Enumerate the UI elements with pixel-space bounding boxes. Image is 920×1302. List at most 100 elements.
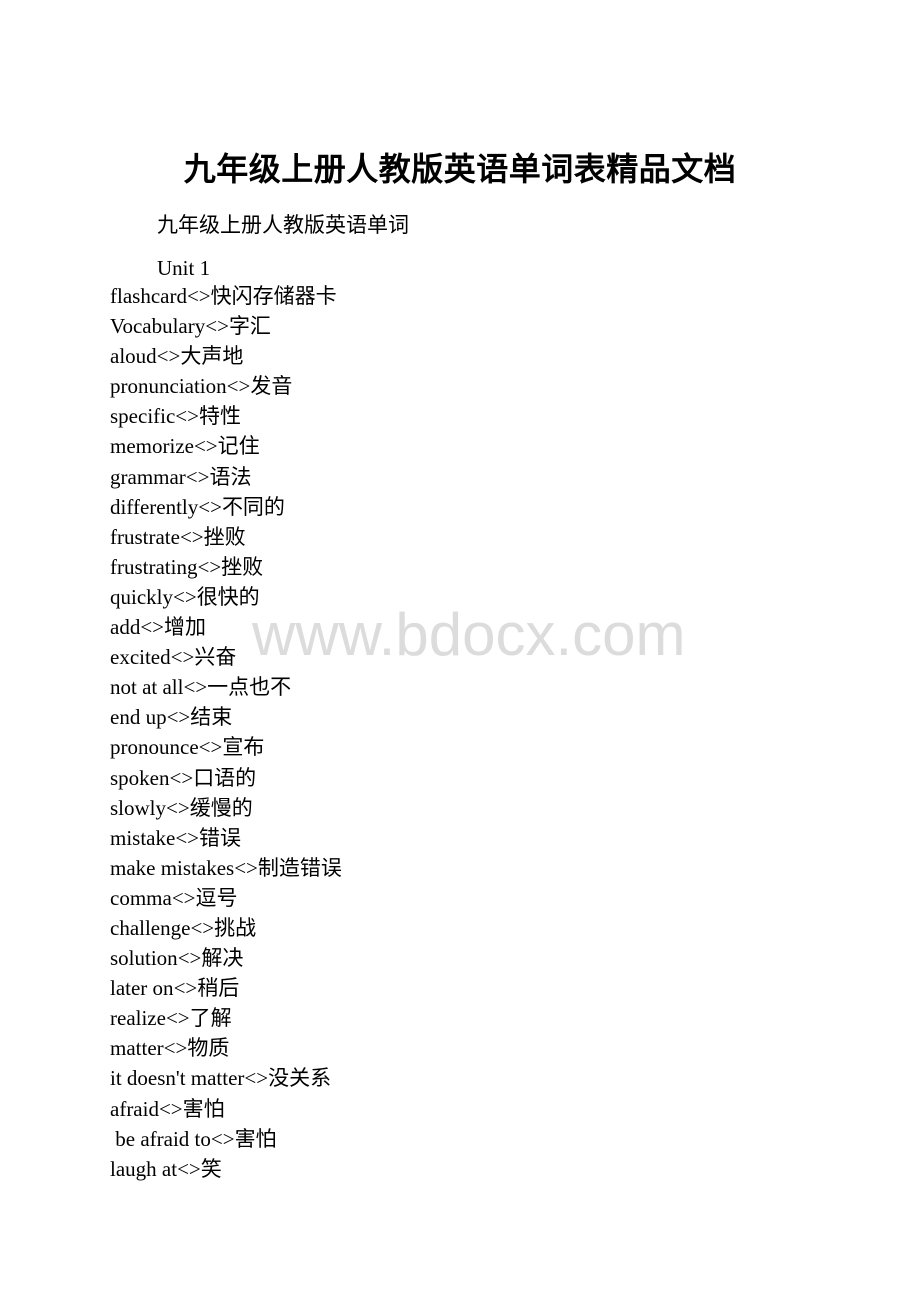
vocabulary-item: comma<>逗号 xyxy=(110,883,342,913)
chinese-meaning: 大声地 xyxy=(180,344,244,369)
chinese-meaning: 害怕 xyxy=(234,1126,277,1151)
vocabulary-item: later on<>稍后 xyxy=(110,973,342,1003)
english-word: specific xyxy=(110,404,176,429)
separator: <> xyxy=(140,615,165,640)
separator: <> xyxy=(193,434,218,459)
chinese-meaning: 没关系 xyxy=(268,1066,332,1091)
vocabulary-item: afraid<>害怕 xyxy=(110,1094,342,1124)
vocabulary-item: matter<>物质 xyxy=(110,1033,342,1063)
separator: <> xyxy=(158,1096,183,1121)
separator: <> xyxy=(169,765,194,790)
english-word: be afraid to xyxy=(110,1126,211,1151)
chinese-meaning: 一点也不 xyxy=(207,675,292,700)
separator: <> xyxy=(173,584,197,609)
vocabulary-item: challenge<>挑战 xyxy=(110,913,342,943)
vocabulary-item: pronunciation<>发音 xyxy=(110,371,342,401)
chinese-meaning: 宣布 xyxy=(222,735,265,760)
vocabulary-item: excited<>兴奋 xyxy=(110,642,342,672)
chinese-meaning: 害怕 xyxy=(182,1096,225,1121)
english-word: memorize xyxy=(110,434,194,459)
vocabulary-item: realize<>了解 xyxy=(110,1003,342,1033)
chinese-meaning: 不同的 xyxy=(221,494,285,519)
separator: <> xyxy=(166,795,190,820)
separator: <> xyxy=(205,314,229,339)
vocabulary-item: flashcard<>快闪存储器卡 xyxy=(110,281,342,311)
chinese-meaning: 记住 xyxy=(217,434,260,459)
english-word: quickly xyxy=(110,584,173,609)
separator: <> xyxy=(166,705,191,730)
chinese-meaning: 特性 xyxy=(198,404,241,429)
separator: <> xyxy=(190,915,215,940)
english-word: add xyxy=(110,615,141,640)
english-word: excited xyxy=(110,645,171,670)
vocabulary-item: make mistakes<>制造错误 xyxy=(110,853,342,883)
english-word: pronunciation xyxy=(110,374,227,399)
chinese-meaning: 发音 xyxy=(250,374,293,399)
english-word: aloud xyxy=(110,344,157,369)
vocabulary-item: memorize<>记住 xyxy=(110,431,342,461)
separator: <> xyxy=(177,946,202,971)
chinese-meaning: 笑 xyxy=(200,1156,222,1181)
document-title: 九年级上册人教版英语单词表精品文档 xyxy=(183,150,737,188)
english-word: frustrating xyxy=(110,554,198,579)
english-word: realize xyxy=(110,1006,166,1031)
chinese-meaning: 兴奋 xyxy=(194,645,237,670)
chinese-meaning: 字汇 xyxy=(228,314,271,339)
english-word: it doesn't matter xyxy=(110,1066,245,1091)
unit-heading: Unit 1 xyxy=(157,256,211,280)
vocabulary-item: slowly<>缓慢的 xyxy=(110,793,342,823)
vocabulary-item: Vocabulary<>字汇 xyxy=(110,311,342,341)
separator: <> xyxy=(163,1036,188,1061)
english-word: afraid xyxy=(110,1096,159,1121)
separator: <> xyxy=(197,554,222,579)
english-word: spoken xyxy=(110,765,170,790)
english-word: pronounce xyxy=(110,735,199,760)
vocabulary-item: be afraid to<>害怕 xyxy=(110,1124,342,1154)
chinese-meaning: 物质 xyxy=(187,1036,230,1061)
english-word: matter xyxy=(110,1036,164,1061)
english-word: frustrate xyxy=(110,524,180,549)
english-word: Vocabulary xyxy=(110,314,206,339)
vocabulary-item: differently<>不同的 xyxy=(110,492,342,522)
chinese-meaning: 很快的 xyxy=(196,584,260,609)
chinese-meaning: 语法 xyxy=(209,464,252,489)
vocabulary-item: laugh at<>笑 xyxy=(110,1154,342,1184)
separator: <> xyxy=(234,855,258,880)
english-word: slowly xyxy=(110,795,167,820)
vocabulary-item: mistake<>错误 xyxy=(110,823,342,853)
vocabulary-item: quickly<>很快的 xyxy=(110,582,342,612)
separator: <> xyxy=(226,374,251,399)
document-subtitle: 九年级上册人教版英语单词 xyxy=(157,213,409,237)
vocabulary-item: grammar<>语法 xyxy=(110,462,342,492)
chinese-meaning: 稍后 xyxy=(197,976,240,1001)
chinese-meaning: 挫败 xyxy=(221,554,264,579)
chinese-meaning: 制造错误 xyxy=(257,855,342,880)
vocabulary-item: frustrate<>挫败 xyxy=(110,522,342,552)
vocabulary-item: solution<>解决 xyxy=(110,943,342,973)
chinese-meaning: 挫败 xyxy=(203,524,246,549)
english-word: challenge xyxy=(110,915,191,940)
vocabulary-item: frustrating<>挫败 xyxy=(110,552,342,582)
english-word: solution xyxy=(110,946,178,971)
chinese-meaning: 快闪存储器卡 xyxy=(210,284,337,308)
english-word: not at all xyxy=(110,675,184,700)
english-word: later on xyxy=(110,976,174,1001)
chinese-meaning: 解决 xyxy=(201,946,244,971)
vocabulary-item: it doesn't matter<>没关系 xyxy=(110,1063,342,1093)
separator: <> xyxy=(198,735,223,760)
chinese-meaning: 逗号 xyxy=(195,885,238,910)
separator: <> xyxy=(156,344,181,369)
separator: <> xyxy=(175,825,200,850)
chinese-meaning: 增加 xyxy=(164,615,207,640)
vocabulary-list: flashcard<>快闪存储器卡 Vocabulary<>字汇 aloud<>… xyxy=(110,281,342,1184)
english-word: grammar xyxy=(110,464,186,489)
separator: <> xyxy=(179,524,204,549)
vocabulary-item: end up<>结束 xyxy=(110,702,342,732)
chinese-meaning: 口语的 xyxy=(193,765,257,790)
vocabulary-item: aloud<>大声地 xyxy=(110,341,342,371)
separator: <> xyxy=(186,284,211,308)
vocabulary-item: pronounce<>宣布 xyxy=(110,732,342,762)
separator: <> xyxy=(170,645,195,670)
english-word: end up xyxy=(110,705,167,730)
english-word: differently xyxy=(110,494,199,519)
